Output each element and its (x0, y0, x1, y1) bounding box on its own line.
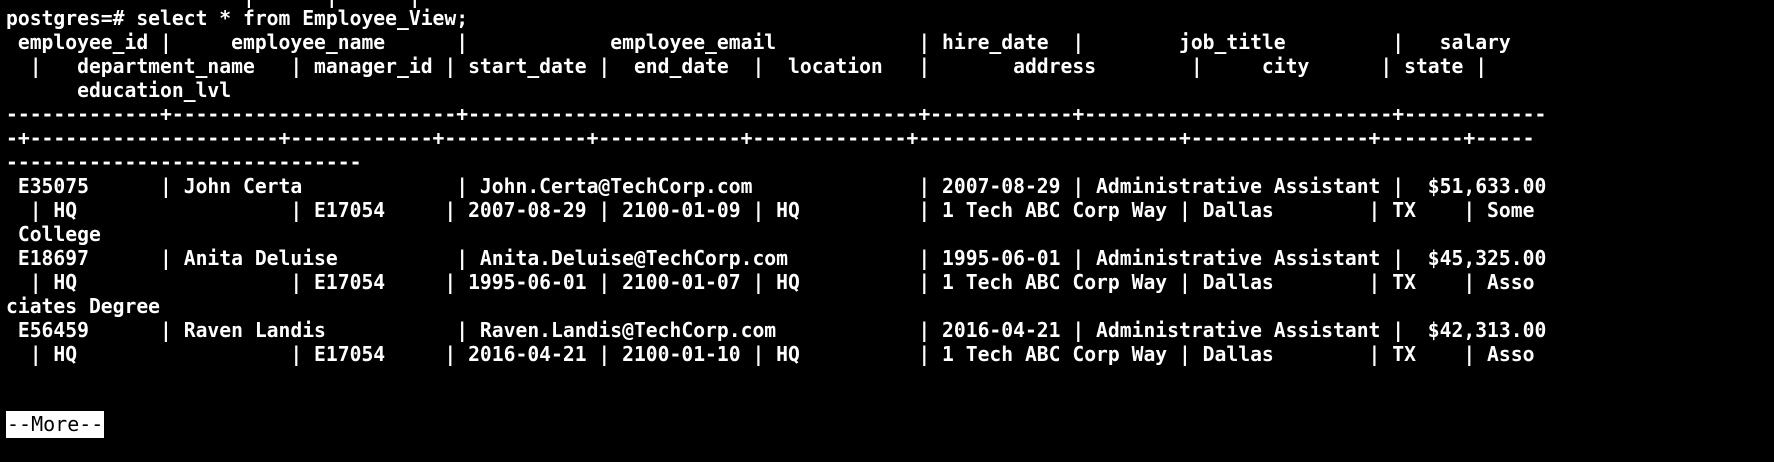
table-row-line: | HQ | E17054 | 2016-04-21 | 2100-01-10 … (6, 342, 1535, 366)
table-row-line: ciates Degree (6, 294, 161, 318)
table-row-line: College (6, 222, 101, 246)
separator-line-3: ------------------------------ (6, 150, 362, 174)
command-prompt-line: postgres=# select * from Employee_View; (6, 6, 469, 30)
header-line-1: employee_id | employee_name | employee_e… (6, 30, 1511, 54)
header-line-3: education_lvl (6, 78, 232, 102)
separator-line-1: -------------+------------------------+-… (6, 102, 1547, 126)
table-row-line: E56459 | Raven Landis | Raven.Landis@Tec… (6, 318, 1547, 342)
table-row-line: | HQ | E17054 | 1995-06-01 | 2100-01-07 … (6, 270, 1535, 294)
terminal-window[interactable]: | | | postgres=# select * from Employee_… (0, 0, 1774, 462)
table-row-line: | HQ | E17054 | 2007-08-29 | 2100-01-09 … (6, 198, 1535, 222)
pager-more-prompt[interactable]: --More-- (6, 411, 105, 438)
table-row-line: E35075 | John Certa | John.Certa@TechCor… (6, 174, 1547, 198)
table-row-line: E18697 | Anita Deluise | Anita.Deluise@T… (6, 246, 1547, 270)
separator-line-2: -+---------------------+------------+---… (6, 126, 1535, 150)
header-line-2: | department_name | manager_id | start_d… (6, 54, 1488, 78)
